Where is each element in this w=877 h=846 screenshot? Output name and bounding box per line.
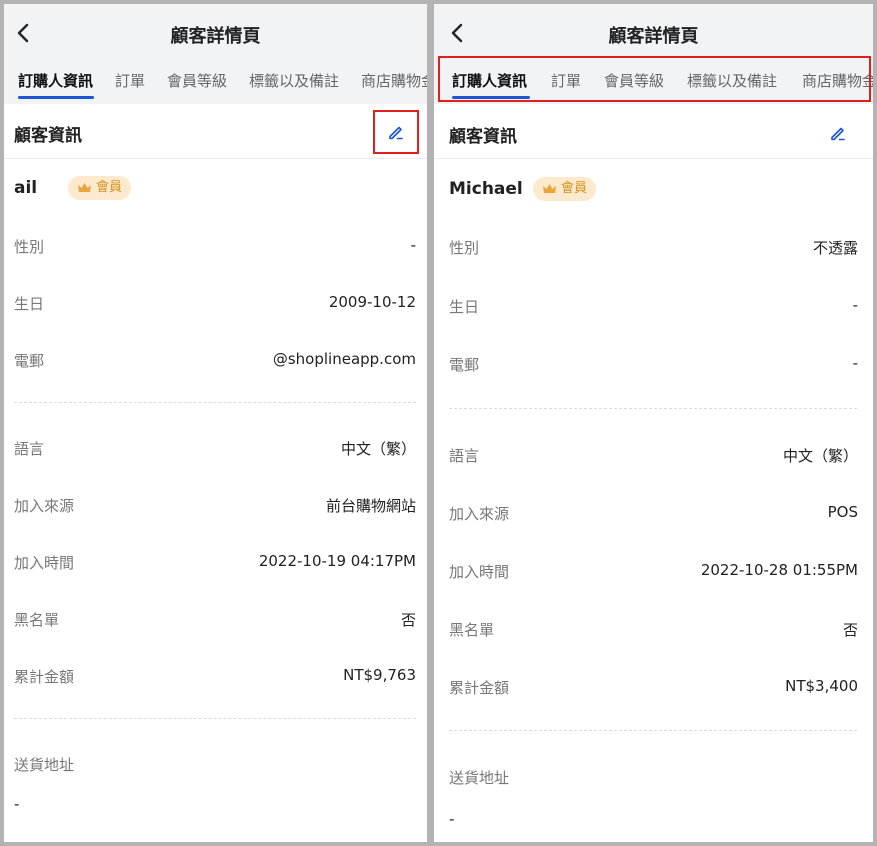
customer-name: Michael (449, 179, 523, 199)
header: 顧客詳情頁 訂購人資訊 訂單 會員等級 標籤以及備註 商店購物金 (434, 4, 873, 104)
birthday-value: 2009-10-12 (328, 293, 416, 311)
join-source-label: 加入來源 (449, 505, 510, 523)
tab-orderer-info[interactable]: 訂購人資訊 (18, 70, 93, 91)
blacklist-label: 黑名單 (14, 611, 60, 629)
gender-value: 不透露 (812, 239, 858, 257)
email-value: @shoplineapp.com (272, 350, 416, 368)
language-value: 中文（繁） (340, 440, 416, 458)
crown-icon (543, 184, 556, 193)
edit-pencil-icon[interactable] (828, 123, 848, 143)
gender-label: 性別 (14, 238, 45, 256)
page-title: 顧客詳情頁 (170, 26, 261, 47)
join-time-value: 2022-10-19 04:17PM (258, 552, 416, 570)
email-label: 電郵 (449, 356, 480, 374)
shipping-address-value: - (449, 810, 455, 828)
gender-label: 性別 (449, 239, 480, 257)
email-label: 電郵 (14, 352, 45, 370)
tab-membership-tier[interactable]: 會員等級 (167, 70, 227, 91)
total-spent-label: 累計金額 (14, 668, 75, 686)
customer-name: ail (14, 178, 38, 198)
badge-label: 會員 (561, 181, 588, 196)
blacklist-value: 否 (842, 621, 858, 639)
customer-detail-screen-1: 顧客詳情頁 訂購人資訊 訂單 會員等級 標籤以及備註 商店購物金 顧客資訊 ai… (4, 4, 427, 842)
join-source-label: 加入來源 (14, 497, 75, 515)
dashed-divider (449, 408, 857, 409)
member-badge: 會員 (68, 176, 132, 200)
dashed-divider (14, 402, 416, 403)
language-value: 中文（繁） (782, 447, 858, 465)
birthday-label: 生日 (14, 295, 45, 313)
dashed-divider (14, 718, 416, 719)
join-time-label: 加入時間 (449, 563, 510, 581)
crown-icon (78, 183, 91, 192)
join-time-value: 2022-10-28 01:55PM (700, 561, 858, 579)
blacklist-label: 黑名單 (449, 621, 495, 639)
section-title: 顧客資訊 (14, 126, 82, 146)
gender-value: - (410, 236, 416, 254)
member-badge: 會員 (533, 177, 597, 201)
blacklist-value: 否 (400, 611, 416, 629)
dashed-divider (449, 730, 857, 731)
tab-tags-notes[interactable]: 標籤以及備註 (249, 70, 339, 91)
tab-bar: 訂購人資訊 訂單 會員等級 標籤以及備註 商店購物金 (4, 64, 427, 100)
tab-store-credit[interactable]: 商店購物金 (361, 70, 427, 91)
divider (434, 158, 873, 159)
badge-label: 會員 (96, 180, 123, 195)
join-source-value: POS (827, 503, 858, 521)
total-spent-label: 累計金額 (449, 679, 510, 697)
highlight-box (373, 110, 419, 154)
total-spent-value: NT$9,763 (343, 666, 416, 684)
header: 顧客詳情頁 訂購人資訊 訂單 會員等級 標籤以及備註 商店購物金 (4, 4, 427, 104)
shipping-address-label: 送貨地址 (14, 756, 75, 774)
language-label: 語言 (14, 440, 45, 458)
birthday-label: 生日 (449, 298, 480, 316)
active-tab-indicator (18, 96, 94, 99)
join-source-value: 前台購物網站 (325, 497, 416, 515)
divider (4, 158, 427, 159)
highlight-box (438, 56, 871, 102)
section-title: 顧客資訊 (449, 127, 517, 147)
total-spent-value: NT$3,400 (785, 677, 858, 695)
page-title: 顧客詳情頁 (608, 26, 699, 47)
email-value: - (852, 354, 858, 372)
tab-orders[interactable]: 訂單 (115, 70, 145, 91)
birthday-value: - (852, 296, 858, 314)
join-time-label: 加入時間 (14, 554, 75, 572)
shipping-address-value: - (14, 795, 20, 813)
shipping-address-label: 送貨地址 (449, 769, 510, 787)
language-label: 語言 (449, 447, 480, 465)
customer-detail-screen-2: 顧客詳情頁 訂購人資訊 訂單 會員等級 標籤以及備註 商店購物金 顧客資訊 Mi… (434, 4, 873, 842)
